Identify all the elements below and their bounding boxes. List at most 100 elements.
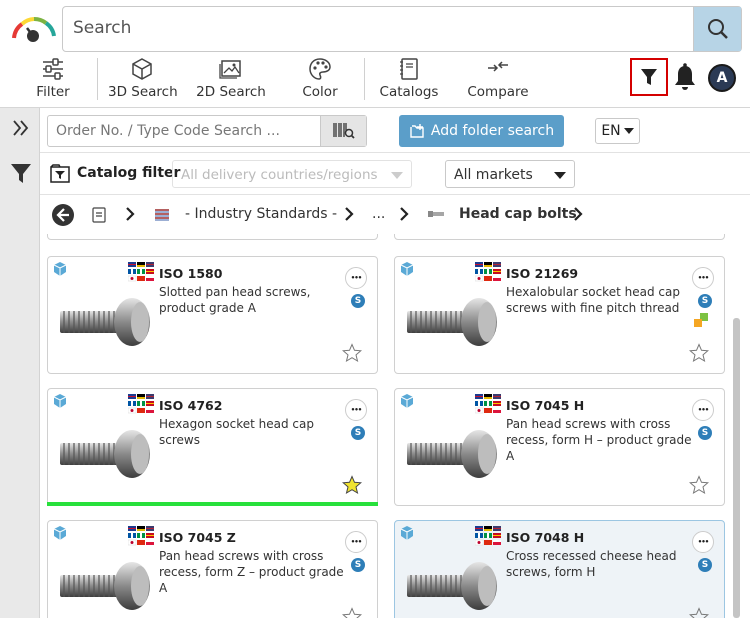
screw-thumbnail bbox=[60, 298, 150, 346]
bell-icon[interactable] bbox=[673, 62, 697, 92]
result-card[interactable]: ISO 7045 H Pan head screws with cross re… bbox=[394, 388, 725, 506]
add-folder-search-label: Add folder search bbox=[430, 123, 555, 139]
app-header: Search Filter 3D Search 2D Search Color … bbox=[0, 0, 750, 108]
card-title: ISO 21269 bbox=[506, 266, 579, 281]
screw-thumbnail bbox=[407, 562, 497, 610]
more-dots-icon: ••• bbox=[350, 537, 362, 546]
palette-icon bbox=[309, 58, 331, 80]
catalog-filter-icon bbox=[50, 164, 70, 183]
card-more-button[interactable]: ••• bbox=[692, 399, 714, 421]
funnel-icon[interactable] bbox=[9, 161, 33, 185]
result-card[interactable]: ISO 7045 Z Pan head screws with cross re… bbox=[47, 520, 378, 618]
double-chevron-right-icon[interactable] bbox=[9, 116, 33, 140]
card-title: ISO 7045 Z bbox=[159, 530, 236, 545]
caret-down-icon bbox=[554, 172, 566, 179]
search-icon bbox=[707, 19, 728, 39]
card-description: Pan head screws with cross recess, form … bbox=[506, 417, 692, 463]
chevron-right-icon bbox=[345, 207, 354, 221]
toolbar-filter-label: Filter bbox=[36, 84, 70, 100]
toolbar-catalogs-button[interactable]: Catalogs bbox=[378, 56, 440, 104]
user-avatar[interactable]: A bbox=[708, 64, 736, 92]
chevron-right-icon bbox=[574, 207, 583, 221]
filter-toggle-button[interactable] bbox=[630, 58, 668, 96]
card-description: Hexalobular socket head cap screws with … bbox=[506, 285, 680, 315]
supplier-badge-icon: S bbox=[351, 294, 365, 308]
supplier-badge-icon: S bbox=[351, 426, 365, 440]
favorite-star-icon[interactable] bbox=[342, 475, 362, 495]
more-dots-icon: ••• bbox=[350, 405, 362, 414]
more-dots-icon: ••• bbox=[697, 537, 709, 546]
favorite-star-icon[interactable] bbox=[342, 607, 362, 618]
sliders-icon bbox=[43, 58, 63, 80]
catalog-filter-row: Catalog filter All delivery countries/re… bbox=[40, 152, 750, 194]
chevron-right-icon bbox=[400, 207, 409, 221]
result-card[interactable]: ISO 7048 H Cross recessed cheese head sc… bbox=[394, 520, 725, 618]
cube-3d-icon bbox=[53, 262, 67, 276]
language-select[interactable]: EN bbox=[595, 118, 640, 144]
toolbar-separator bbox=[97, 58, 98, 100]
card-more-button[interactable]: ••• bbox=[345, 267, 367, 289]
card-title: ISO 7045 H bbox=[506, 398, 585, 413]
standards-icon bbox=[155, 209, 169, 221]
card-more-button[interactable]: ••• bbox=[345, 531, 367, 553]
chevron-right-icon bbox=[126, 207, 135, 221]
country-flags-icon bbox=[128, 394, 154, 414]
breadcrumb-industry-standards[interactable]: - Industry Standards - bbox=[185, 206, 337, 222]
folder-plus-icon bbox=[410, 124, 424, 138]
back-arrow-icon[interactable] bbox=[51, 203, 75, 227]
country-flags-icon bbox=[128, 262, 154, 282]
result-card[interactable]: ISO 4762 Hexagon socket head cap screws … bbox=[47, 388, 378, 506]
result-card-partial[interactable] bbox=[47, 234, 378, 240]
favorite-star-icon[interactable] bbox=[342, 343, 362, 363]
card-more-button[interactable]: ••• bbox=[692, 267, 714, 289]
search-input[interactable]: Search bbox=[62, 6, 742, 52]
toolbar-2d-search-label: 2D Search bbox=[196, 84, 266, 100]
order-number-search-input[interactable]: Order No. / Type Code Search ... bbox=[47, 115, 367, 147]
more-dots-icon: ••• bbox=[697, 273, 709, 282]
breadcrumb-ellipsis[interactable]: ... bbox=[372, 206, 385, 222]
cube-3d-icon bbox=[53, 526, 67, 540]
favorite-star-icon[interactable] bbox=[689, 343, 709, 363]
toolbar-3d-search-button[interactable]: 3D Search bbox=[108, 56, 178, 104]
caret-down-icon bbox=[623, 128, 634, 134]
funnel-icon bbox=[641, 69, 657, 85]
barcode-scan-button[interactable] bbox=[320, 116, 366, 146]
scrollbar[interactable] bbox=[733, 318, 740, 618]
result-card[interactable]: ISO 1580 Slotted pan head screws, produc… bbox=[47, 256, 378, 374]
delivery-country-select[interactable]: All delivery countries/regions bbox=[172, 160, 412, 188]
screw-thumbnail bbox=[407, 430, 497, 478]
toolbar-filter-button[interactable]: Filter bbox=[30, 56, 76, 104]
markets-value: All markets bbox=[454, 167, 533, 183]
book-icon bbox=[400, 58, 418, 80]
card-more-button[interactable]: ••• bbox=[692, 531, 714, 553]
image-icon bbox=[219, 60, 241, 79]
toolbar-2d-search-button[interactable]: 2D Search bbox=[196, 56, 266, 104]
card-more-button[interactable]: ••• bbox=[345, 399, 367, 421]
more-dots-icon: ••• bbox=[697, 405, 709, 414]
delivery-country-placeholder: All delivery countries/regions bbox=[181, 167, 378, 183]
search-button[interactable] bbox=[693, 7, 741, 51]
favorite-star-icon[interactable] bbox=[689, 475, 709, 495]
search-placeholder: Search bbox=[73, 18, 132, 38]
add-folder-search-button[interactable]: Add folder search bbox=[399, 115, 564, 147]
toolbar-color-label: Color bbox=[302, 84, 338, 100]
order-number-placeholder: Order No. / Type Code Search ... bbox=[56, 123, 280, 139]
supplier-badge-letter: S bbox=[701, 428, 709, 438]
supplier-badge-letter: S bbox=[354, 296, 362, 306]
catalog-root-icon[interactable] bbox=[92, 207, 106, 223]
supplier-badge-icon: S bbox=[351, 558, 365, 572]
favorite-star-icon[interactable] bbox=[689, 607, 709, 618]
compare-arrows-icon bbox=[488, 61, 508, 72]
breadcrumb: - Industry Standards - ... Head cap bolt… bbox=[40, 194, 750, 234]
markets-select[interactable]: All markets bbox=[445, 160, 575, 188]
toolbar-compare-button[interactable]: Compare bbox=[466, 56, 530, 104]
card-description: Slotted pan head screws, product grade A bbox=[159, 285, 311, 315]
toolbar-color-button[interactable]: Color bbox=[300, 56, 340, 104]
result-card[interactable]: ISO 21269 Hexalobular socket head cap sc… bbox=[394, 256, 725, 374]
supplier-badge-letter: S bbox=[354, 428, 362, 438]
country-flags-icon bbox=[128, 526, 154, 546]
country-flags-icon bbox=[475, 526, 501, 546]
result-card-partial[interactable] bbox=[394, 234, 725, 240]
left-rail bbox=[0, 108, 40, 618]
supplier-badge-letter: S bbox=[701, 560, 709, 570]
